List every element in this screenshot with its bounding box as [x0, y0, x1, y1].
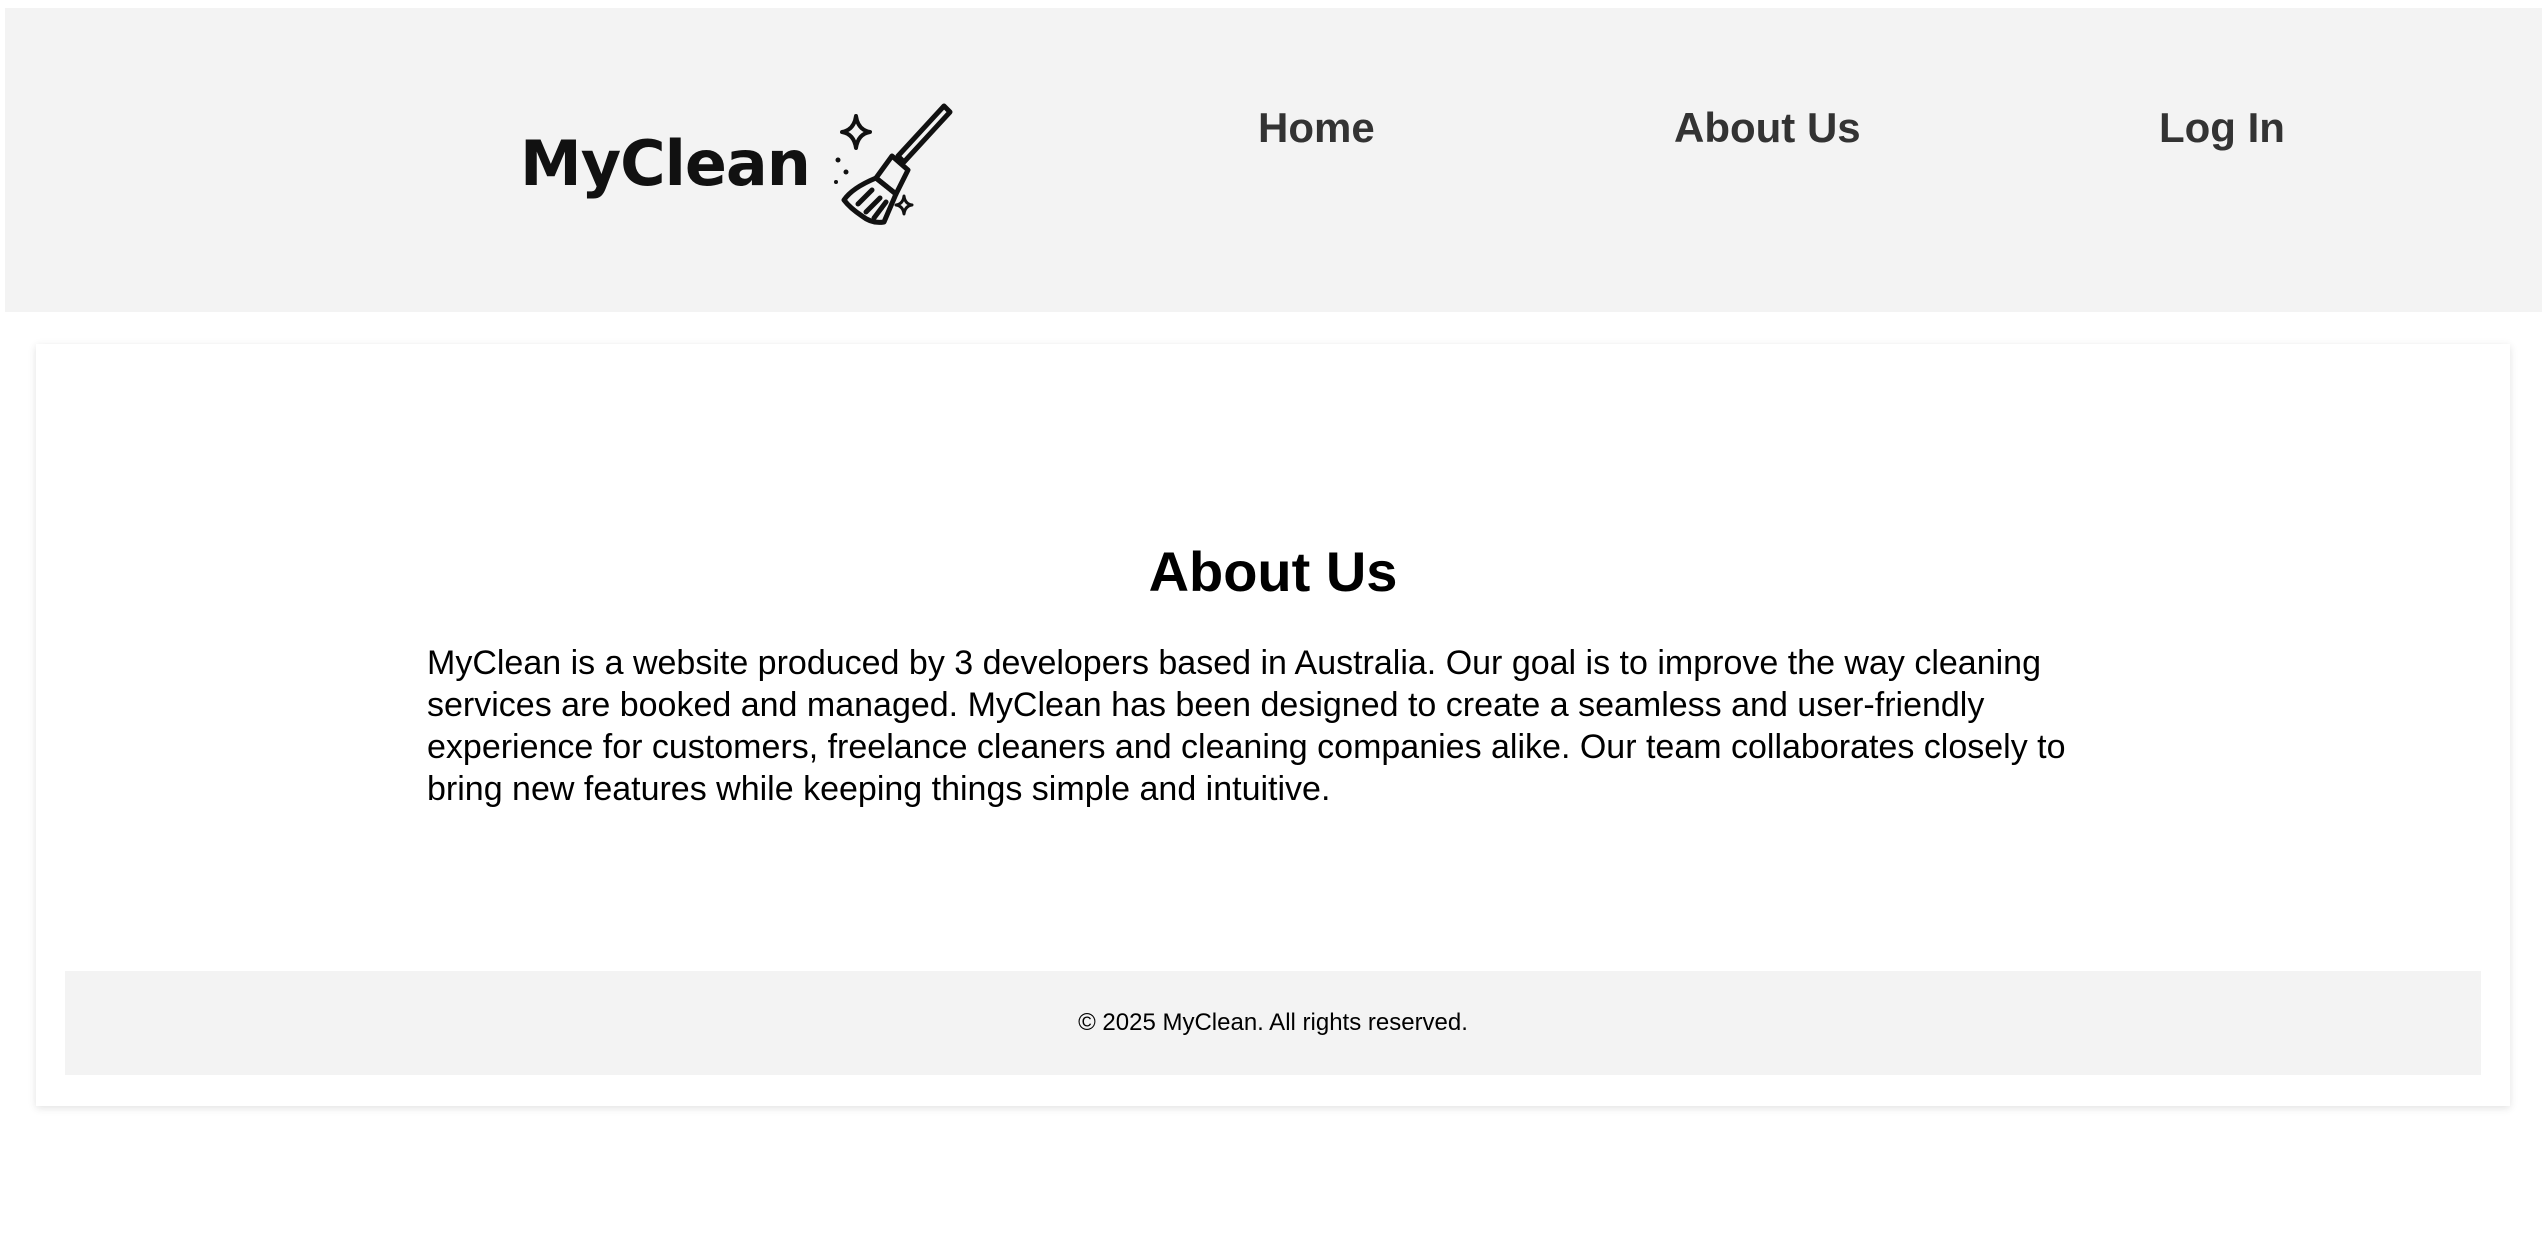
logo-text: MyClean	[520, 126, 811, 200]
broom-sparkle-icon	[833, 103, 953, 225]
nav-login-link[interactable]: Log In	[2159, 100, 2285, 156]
site-logo[interactable]: MyClean	[520, 98, 954, 228]
page-title: About Us	[1148, 540, 1398, 603]
about-description: MyClean is a website produced by 3 devel…	[427, 644, 2066, 808]
nav-home-link[interactable]: Home	[1258, 100, 1375, 156]
site-footer: © 2025 MyClean. All rights reserved.	[65, 971, 2481, 1075]
about-card: About Us MyClean is a website produced b…	[36, 344, 2510, 1106]
site-header: MyClean Home About Us Log In	[5, 8, 2542, 312]
nav-about-link[interactable]: About Us	[1674, 100, 1861, 156]
copyright-text: © 2025 MyClean. All rights reserved.	[1078, 1009, 1468, 1036]
